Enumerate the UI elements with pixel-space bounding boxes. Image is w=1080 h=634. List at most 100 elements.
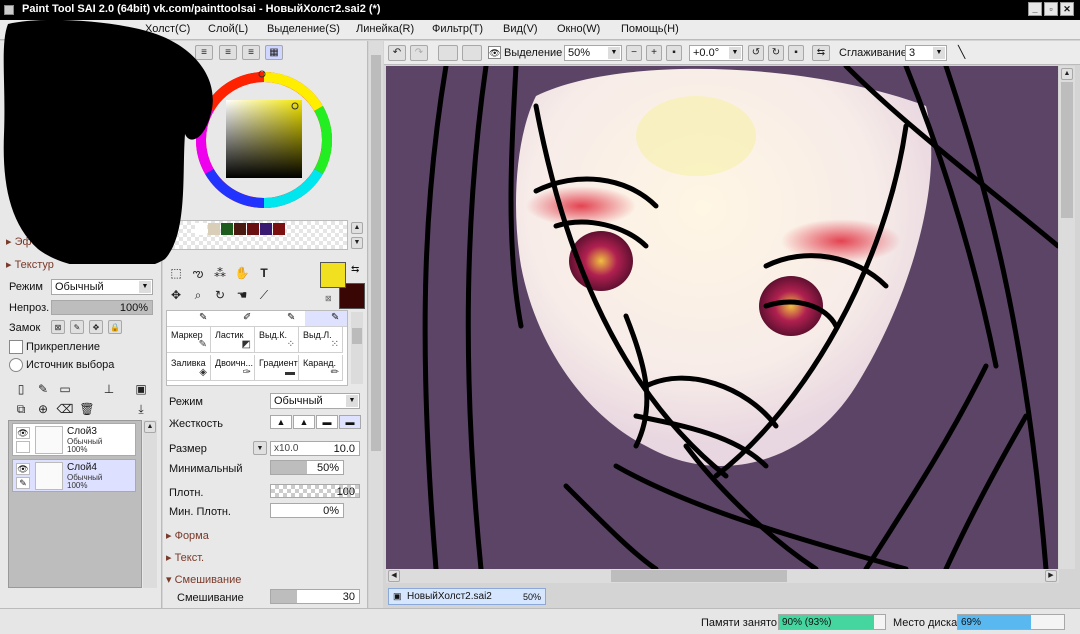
swatch-6[interactable] — [260, 223, 272, 235]
pressure-curve-icon[interactable]: ╲ — [958, 45, 965, 59]
magic-wand-icon[interactable]: ⁂ — [211, 264, 229, 282]
shape-section[interactable]: ▸ Форма — [166, 529, 209, 542]
clear-layer-icon[interactable]: ⌫ — [56, 400, 74, 418]
ruler-layer-icon[interactable]: ⊥ — [100, 380, 118, 398]
canvas-scroll-left-button[interactable]: ◀ — [388, 570, 400, 582]
new-folder-icon[interactable]: ▭ — [56, 380, 74, 398]
menu-view[interactable]: Вид(V) — [503, 23, 538, 35]
tool-gradient[interactable]: Градиент ▬ — [255, 355, 299, 381]
selection-source-checkbox[interactable] — [9, 358, 23, 372]
smoothing-select[interactable]: 3 ▼ — [905, 45, 947, 61]
tool-bucket[interactable]: Заливка ◈ — [167, 355, 211, 381]
trash-icon[interactable]: 🗑 — [78, 400, 96, 418]
min-density-slider[interactable]: 0% — [270, 503, 344, 518]
menu-help[interactable]: Помощь(H) — [621, 23, 679, 35]
hardness-2-button[interactable]: ▲ — [293, 415, 315, 429]
size-dropdown-button[interactable]: ▼ — [253, 441, 267, 455]
layer-item-sloy3[interactable]: 👁 Слой3 Обычный 100% — [12, 423, 136, 456]
rgb-slider-mode-button[interactable]: ≡ — [219, 45, 237, 60]
rotate-left-button[interactable]: ↺ — [748, 45, 764, 61]
menu-filter[interactable]: Фильтр(T) — [432, 23, 483, 35]
flip-horizontal-button[interactable]: ⇆ — [812, 45, 830, 61]
rotate-right-button[interactable]: ↻ — [768, 45, 784, 61]
hand-icon[interactable]: ☚ — [233, 286, 251, 304]
brush-grid-scrollbar[interactable] — [351, 312, 363, 384]
lock-transparency-icon[interactable]: ⊠ — [51, 320, 65, 334]
new-vector-layer-icon[interactable]: ✎ — [34, 380, 52, 398]
tools-panel-scrollbar[interactable] — [369, 41, 383, 608]
blending-slider[interactable]: 30 — [270, 589, 360, 604]
layer-list-scrollbar[interactable]: ▲ — [143, 420, 157, 588]
visibility-eye-icon[interactable]: 👁 — [16, 427, 30, 439]
layer-mode-select[interactable]: Обычный ▼ — [51, 279, 153, 295]
layer-opacity-slider[interactable]: 100% — [51, 300, 153, 315]
text-tool-icon[interactable]: T — [255, 264, 273, 282]
hsv-slider-mode-button[interactable]: ≡ — [242, 45, 260, 60]
show-selection-eye-icon[interactable]: 👁 — [488, 46, 501, 59]
layer-item-sloy4[interactable]: 👁 ✎ Слой4 Обычный 100% — [12, 459, 136, 492]
tool-marker[interactable]: Маркер ✎ — [167, 327, 211, 353]
swatch-3[interactable] — [221, 223, 233, 235]
zoom-in-button[interactable]: + — [646, 45, 662, 61]
tool-select-pen[interactable]: Выд.К. ⁘ — [255, 327, 299, 353]
canvas-vscrollbar-thumb[interactable] — [1061, 82, 1073, 218]
undo-button[interactable]: ↶ — [388, 45, 406, 61]
hardness-4-button[interactable]: ▬ — [339, 415, 361, 429]
swatch-4[interactable] — [234, 223, 246, 235]
canvas-scroll-up-button[interactable]: ▲ — [1061, 68, 1073, 80]
watercolor-icon[interactable]: ✎ — [331, 312, 339, 323]
drawing-canvas[interactable] — [386, 66, 1058, 569]
blending-section[interactable]: ▾ Смешивание — [166, 573, 241, 586]
clipping-checkbox[interactable] — [9, 340, 23, 354]
maximize-button[interactable]: ▫ — [1044, 2, 1058, 16]
size-slider[interactable]: x10.0 10.0 — [270, 441, 360, 456]
pen-icon[interactable]: ✎ — [199, 312, 207, 323]
brush-mode-select[interactable]: Обычный ▼ — [270, 393, 360, 409]
merge-down-icon[interactable]: ⤓ — [132, 400, 150, 418]
document-tab[interactable]: ▣ НовыйХолст2.sai2 50% — [388, 588, 546, 605]
tool-select-eraser[interactable]: Выд.Л. ⁙ — [299, 327, 343, 353]
layer-lock-icon[interactable] — [16, 441, 30, 453]
minimize-button[interactable]: _ — [1028, 2, 1042, 16]
lasso-icon[interactable]: ఌ — [189, 264, 207, 282]
rotate-icon[interactable]: ↻ — [211, 286, 229, 304]
close-button[interactable]: ✕ — [1060, 2, 1074, 16]
tools-panel-scrollbar-thumb[interactable] — [371, 55, 381, 451]
zoom-out-button[interactable]: − — [626, 45, 642, 61]
new-layer-icon[interactable]: ▯ — [12, 380, 30, 398]
merge-layer-icon[interactable]: ⊕ — [34, 400, 52, 418]
tool-eraser[interactable]: Ластик ◩ — [211, 327, 255, 353]
primary-color[interactable] — [320, 262, 346, 288]
redo-button[interactable]: ↷ — [410, 45, 428, 61]
brush-icon[interactable]: ✎ — [287, 312, 295, 323]
hardness-1-button[interactable]: ▲ — [270, 415, 292, 429]
rotate-reset-button[interactable]: ▪ — [788, 45, 804, 61]
canvas-scroll-right-button[interactable]: ▶ — [1045, 570, 1057, 582]
eyedropper-icon[interactable]: ⟋ — [255, 286, 273, 304]
canvas-vscrollbar[interactable]: ▲ — [1059, 66, 1075, 569]
texture-section[interactable]: ▸ Текст. — [166, 551, 204, 564]
layer-scroll-up-button[interactable]: ▲ — [144, 421, 156, 433]
canvas-hscrollbar-thumb[interactable] — [611, 570, 787, 582]
swatch-scroll-down-button[interactable]: ▼ — [351, 237, 363, 249]
invert-selection-button[interactable] — [462, 45, 482, 61]
menu-ruler[interactable]: Линейка(R) — [356, 23, 414, 35]
density-slider[interactable]: 100 — [270, 484, 360, 498]
move-layer-icon[interactable]: ✋ — [233, 264, 251, 282]
zoom-icon[interactable]: ⌕ — [189, 286, 207, 304]
zoom-reset-button[interactable]: ▪ — [666, 45, 682, 61]
layer-mask-icon[interactable]: ▣ — [132, 380, 150, 398]
lock-move-icon[interactable]: ✥ — [89, 320, 103, 334]
visibility-eye-icon[interactable]: 👁 — [16, 463, 30, 475]
swatch-7[interactable] — [273, 223, 285, 235]
lock-paint-icon[interactable]: ✎ — [70, 320, 84, 334]
rotation-select[interactable]: +0.0° ▼ — [689, 45, 743, 61]
layer-edit-icon[interactable]: ✎ — [16, 477, 30, 489]
airbrush-icon[interactable]: ✐ — [243, 312, 251, 323]
canvas-hscrollbar[interactable]: ◀ ▶ — [386, 569, 1059, 583]
deselect-button[interactable] — [438, 45, 458, 61]
menu-window[interactable]: Окно(W) — [557, 23, 600, 35]
hardness-3-button[interactable]: ▬ — [316, 415, 338, 429]
tool-pencil[interactable]: Каранд. ✏ — [299, 355, 343, 381]
transparent-color-icon[interactable]: ⊠ — [325, 294, 332, 303]
